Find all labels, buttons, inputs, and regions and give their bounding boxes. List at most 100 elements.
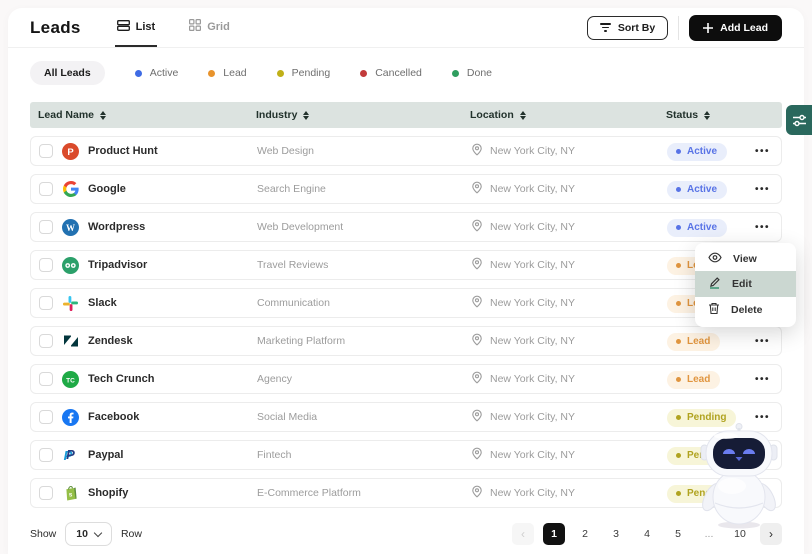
add-lead-label: Add Lead bbox=[720, 22, 768, 34]
filter-pending[interactable]: Pending bbox=[277, 67, 331, 79]
lead-name: Wordpress bbox=[88, 221, 145, 233]
pencil-icon bbox=[708, 276, 721, 292]
table-footer: Show 10 Row ‹ 12345...10 › bbox=[30, 522, 782, 546]
row-checkbox[interactable] bbox=[39, 182, 53, 196]
filter-all-leads[interactable]: All Leads bbox=[30, 61, 105, 85]
status-cell: Pending bbox=[659, 407, 755, 427]
page-numbers: 12345... 10 bbox=[543, 523, 751, 545]
row-actions-button[interactable]: ••• bbox=[755, 184, 782, 195]
menu-item-view[interactable]: View bbox=[695, 247, 796, 271]
location-cell: New York City, NY bbox=[463, 333, 659, 349]
chevron-down-icon bbox=[94, 528, 102, 536]
sort-icon bbox=[303, 111, 309, 120]
location-pin-icon bbox=[471, 447, 483, 463]
table-row: WWordpressWeb DevelopmentNew York City, … bbox=[30, 212, 782, 242]
industry-cell: Communication bbox=[249, 297, 463, 309]
page-5[interactable]: 5 bbox=[667, 523, 689, 545]
column-header-industry[interactable]: Industry bbox=[248, 109, 462, 121]
lead-name: Tech Crunch bbox=[88, 373, 154, 385]
status-dot bbox=[676, 301, 681, 306]
location-pin-icon bbox=[471, 143, 483, 159]
svg-text:s: s bbox=[69, 492, 73, 499]
row-context-menu: ViewEditDelete bbox=[695, 243, 796, 327]
filter-active[interactable]: Active bbox=[135, 67, 179, 79]
row-actions-button[interactable]: ••• bbox=[755, 412, 782, 423]
table-row: GoogleSearch EngineNew York City, NYActi… bbox=[30, 174, 782, 204]
filter-lead[interactable]: Lead bbox=[208, 67, 246, 79]
row-actions-button[interactable]: ••• bbox=[755, 488, 782, 499]
filter-cancelled[interactable]: Cancelled bbox=[360, 67, 422, 79]
tab-list[interactable]: List bbox=[115, 8, 158, 47]
location-cell: New York City, NY bbox=[463, 447, 659, 463]
location-cell: New York City, NY bbox=[463, 485, 659, 501]
menu-item-edit[interactable]: Edit bbox=[695, 271, 796, 297]
page-header: Leads ListGrid Sort By Add Lead bbox=[8, 8, 804, 48]
row-actions-button[interactable]: ••• bbox=[755, 222, 782, 233]
industry-cell: E-Commerce Platform bbox=[249, 487, 463, 499]
row-checkbox[interactable] bbox=[39, 410, 53, 424]
column-header-location[interactable]: Location bbox=[462, 109, 658, 121]
row-checkbox[interactable] bbox=[39, 144, 53, 158]
page-3[interactable]: 3 bbox=[605, 523, 627, 545]
techcrunch-logo: TC bbox=[62, 371, 79, 388]
wordpress-logo: W bbox=[62, 219, 79, 236]
lead-name: Product Hunt bbox=[88, 145, 158, 157]
rows-per-page-value: 10 bbox=[76, 528, 88, 540]
row-actions-button[interactable]: ••• bbox=[755, 374, 782, 385]
industry-cell: Search Engine bbox=[249, 183, 463, 195]
menu-item-delete[interactable]: Delete bbox=[695, 297, 796, 323]
lead-name-cell: Tripadvisor bbox=[31, 257, 249, 274]
lead-name: Paypal bbox=[88, 449, 123, 461]
row-checkbox[interactable] bbox=[39, 220, 53, 234]
table-filter-button[interactable] bbox=[786, 105, 812, 135]
table-row: PPPaypalFintechNew York City, NYPending•… bbox=[30, 440, 782, 470]
eye-icon bbox=[708, 252, 722, 266]
lead-name-cell: PProduct Hunt bbox=[31, 143, 249, 160]
page-ellipsis: ... bbox=[698, 523, 720, 545]
table-body: PProduct HuntWeb DesignNew York City, NY… bbox=[30, 136, 782, 508]
table-row: TCTech CrunchAgencyNew York City, NYLead… bbox=[30, 364, 782, 394]
sliders-icon bbox=[792, 114, 807, 127]
row-checkbox[interactable] bbox=[39, 258, 53, 272]
rows-per-page-select[interactable]: 10 bbox=[65, 522, 112, 546]
row-actions-button[interactable]: ••• bbox=[755, 146, 782, 157]
row-checkbox[interactable] bbox=[39, 372, 53, 386]
page-2[interactable]: 2 bbox=[574, 523, 596, 545]
tab-grid[interactable]: Grid bbox=[187, 8, 232, 47]
table-row: TripadvisorTravel ReviewsNew York City, … bbox=[30, 250, 782, 280]
add-lead-button[interactable]: Add Lead bbox=[689, 15, 782, 41]
row-checkbox[interactable] bbox=[39, 296, 53, 310]
location-pin-icon bbox=[471, 371, 483, 387]
slack-logo bbox=[62, 295, 79, 312]
page-10[interactable]: 10 bbox=[729, 523, 751, 545]
row-actions-button[interactable]: ••• bbox=[755, 450, 782, 461]
header-divider bbox=[678, 16, 679, 40]
row-checkbox[interactable] bbox=[39, 448, 53, 462]
column-header-status[interactable]: Status bbox=[658, 109, 754, 121]
page-4[interactable]: 4 bbox=[636, 523, 658, 545]
status-badge: Active bbox=[667, 181, 727, 199]
row-actions-button[interactable]: ••• bbox=[755, 336, 782, 347]
industry-cell: Marketing Platform bbox=[249, 335, 463, 347]
location-cell: New York City, NY bbox=[463, 371, 659, 387]
status-filter-bar: All Leads Active Lead Pending Cancelled Done bbox=[8, 48, 804, 96]
page-1[interactable]: 1 bbox=[543, 523, 565, 545]
status-badge: Pending bbox=[667, 409, 736, 427]
status-badge: Pending bbox=[667, 485, 736, 503]
table-header-row: Lead NameIndustryLocationStatus bbox=[30, 102, 782, 128]
location-cell: New York City, NY bbox=[463, 181, 659, 197]
google-logo bbox=[62, 181, 79, 198]
sort-by-button[interactable]: Sort By bbox=[587, 16, 668, 40]
row-checkbox[interactable] bbox=[39, 486, 53, 500]
location-cell: New York City, NY bbox=[463, 409, 659, 425]
lead-name-cell: Zendesk bbox=[31, 333, 249, 350]
lead-name: Slack bbox=[88, 297, 117, 309]
location-cell: New York City, NY bbox=[463, 143, 659, 159]
column-header-lead-name[interactable]: Lead Name bbox=[30, 109, 248, 121]
location-pin-icon bbox=[471, 181, 483, 197]
filter-done[interactable]: Done bbox=[452, 67, 492, 79]
prev-page-button[interactable]: ‹ bbox=[512, 523, 534, 545]
next-page-button[interactable]: › bbox=[760, 523, 782, 545]
row-checkbox[interactable] bbox=[39, 334, 53, 348]
zendesk-logo bbox=[62, 333, 79, 350]
